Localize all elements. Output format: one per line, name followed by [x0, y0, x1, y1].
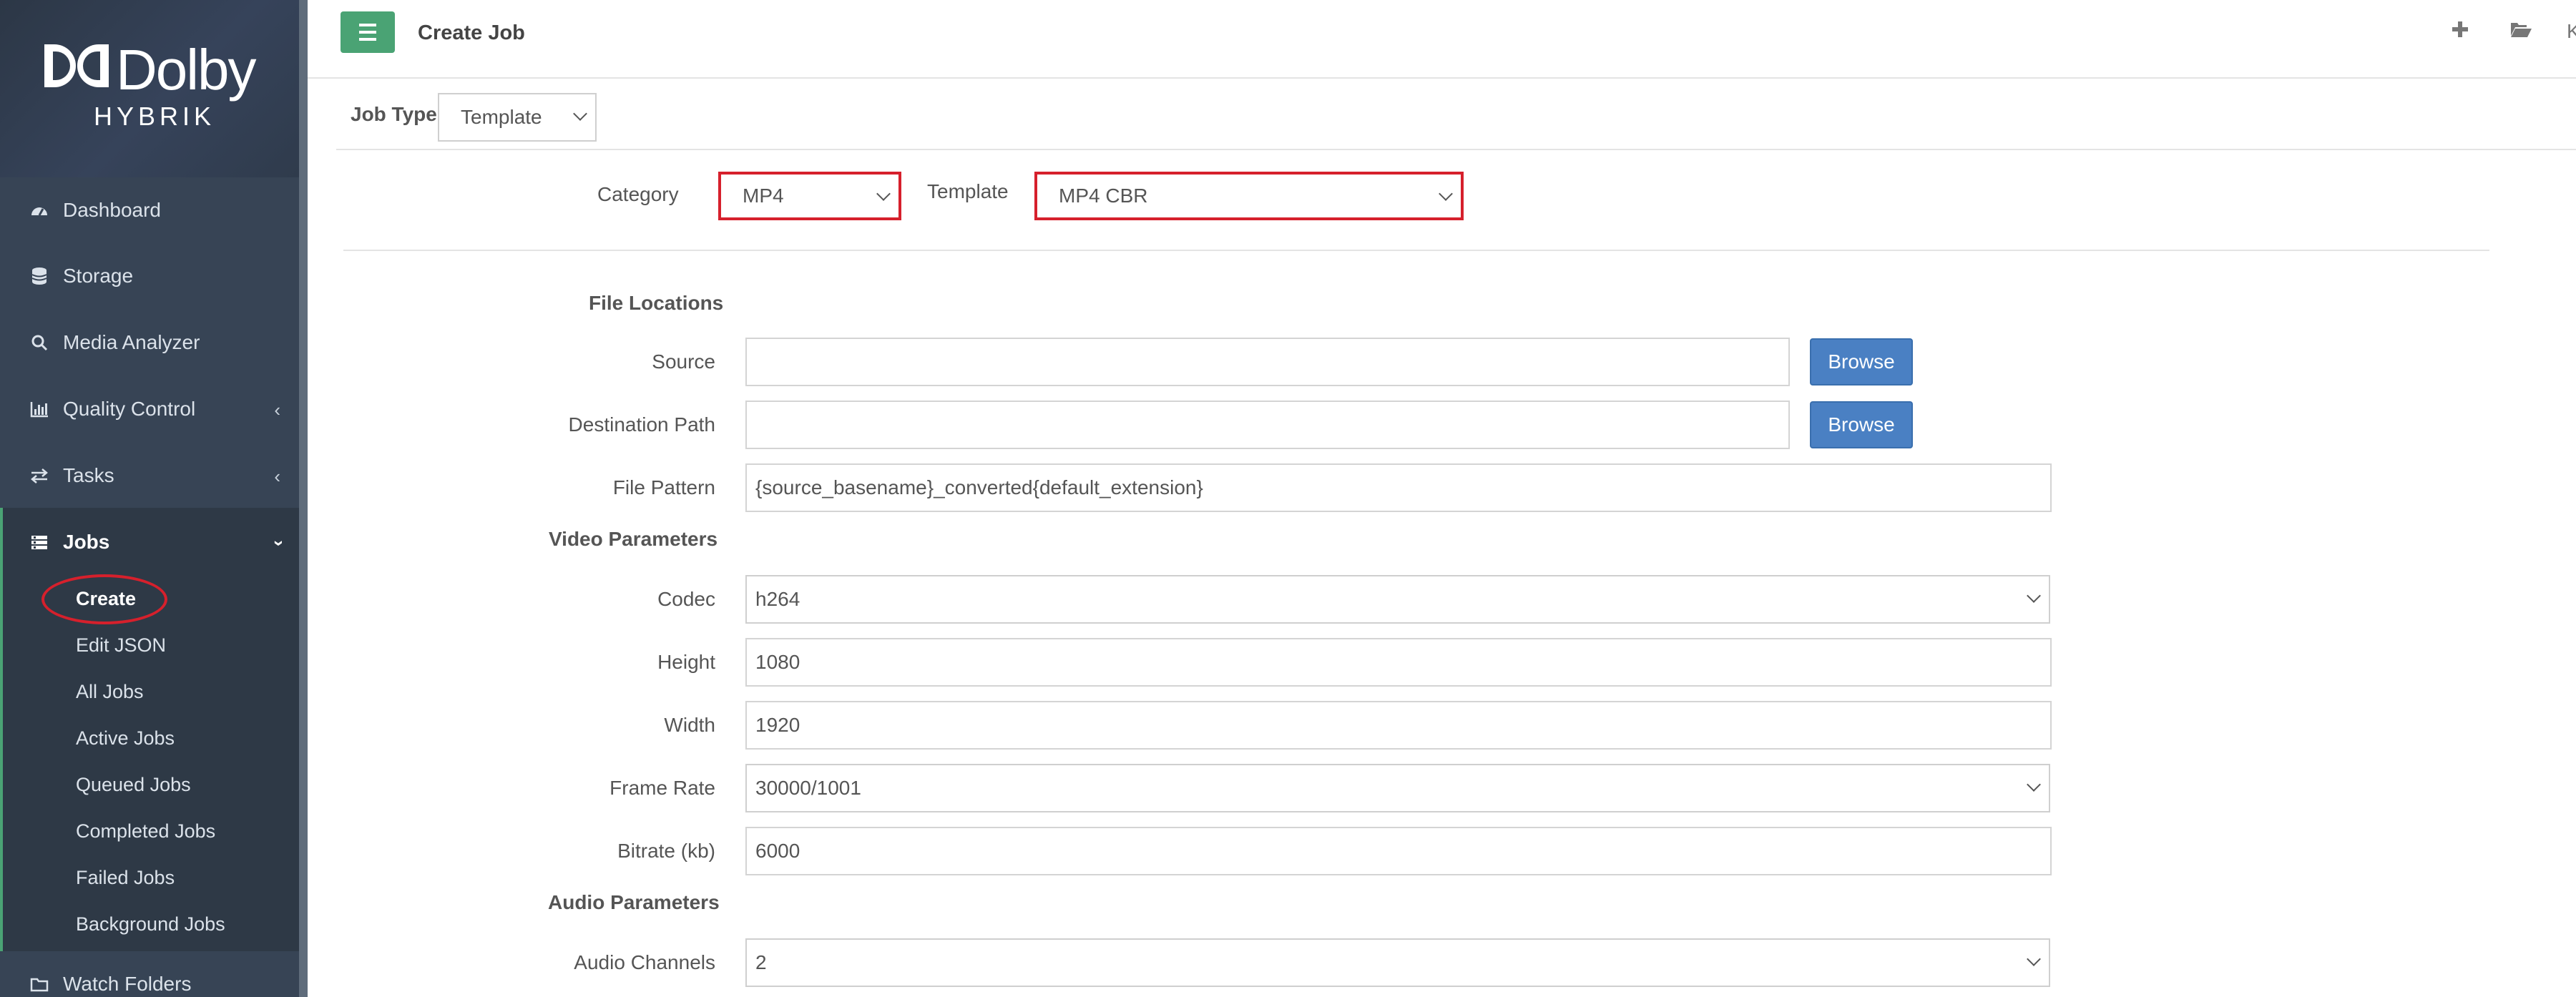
- audio-channels-value: 2: [755, 951, 767, 973]
- search-icon: [30, 333, 49, 352]
- brand-product: HYBRIK: [94, 102, 216, 131]
- category-select[interactable]: MP4: [718, 172, 901, 220]
- chevron-left-icon: ‹: [274, 399, 280, 421]
- chevron-down-icon: [1439, 187, 1453, 201]
- brand-logo[interactable]: Dolby HYBRIK: [0, 0, 299, 177]
- category-label: Category: [597, 183, 679, 205]
- jobs-sub-background-jobs[interactable]: Background Jobs: [76, 913, 225, 935]
- audio-channels-select[interactable]: 2: [745, 938, 2050, 987]
- dashboard-icon: [30, 201, 49, 220]
- jobs-sub-failed-jobs[interactable]: Failed Jobs: [76, 867, 175, 889]
- sidebar-item-tasks[interactable]: Tasks ‹: [0, 443, 299, 509]
- codec-value: h264: [755, 588, 800, 610]
- highlight-ring: [41, 574, 167, 624]
- source-label: Source: [652, 350, 715, 373]
- user-initial[interactable]: K: [2567, 20, 2576, 43]
- sidebar-item-quality-control[interactable]: Quality Control ‹: [0, 376, 299, 442]
- list-icon: [30, 533, 49, 551]
- jobs-sub-all-jobs[interactable]: All Jobs: [76, 681, 144, 703]
- sidebar-item-label: Dashboard: [63, 199, 161, 221]
- chevron-down-icon: [2027, 777, 2041, 792]
- frame-rate-select[interactable]: 30000/1001: [745, 764, 2050, 812]
- folder-icon: [30, 975, 49, 993]
- sidebar-edge: [299, 0, 308, 997]
- sidebar-item-jobs[interactable]: Jobs ‹: [0, 509, 299, 575]
- jobs-sub-edit-json[interactable]: Edit JSON: [76, 634, 166, 657]
- width-value: 1920: [755, 714, 800, 736]
- sidebar: Dolby HYBRIK Dashboard Storage Media Ana…: [0, 0, 308, 997]
- bar-chart-icon: [30, 400, 49, 418]
- jobs-sub-completed-jobs[interactable]: Completed Jobs: [76, 820, 215, 843]
- dolby-mark-icon: [44, 44, 109, 87]
- file-pattern-input[interactable]: {source_basename}_converted{default_exte…: [745, 463, 2052, 512]
- destination-path-label: Destination Path: [568, 413, 715, 436]
- sidebar-item-dashboard[interactable]: Dashboard: [0, 177, 299, 243]
- job-type-select[interactable]: Template: [438, 93, 597, 142]
- bitrate-value: 6000: [755, 840, 800, 862]
- jobs-sub-queued-jobs[interactable]: Queued Jobs: [76, 774, 191, 796]
- sidebar-item-storage[interactable]: Storage: [0, 243, 299, 309]
- sidebar-item-watch-folders[interactable]: Watch Folders: [0, 951, 299, 997]
- chevron-down-icon: [2027, 952, 2041, 966]
- sidebar-item-label: Watch Folders: [63, 973, 192, 995]
- template-value: MP4 CBR: [1059, 185, 1148, 207]
- height-input[interactable]: 1080: [745, 638, 2052, 687]
- chevron-down-icon: ‹: [266, 540, 288, 546]
- file-locations-heading: File Locations: [589, 292, 724, 314]
- height-label: Height: [657, 651, 715, 673]
- sidebar-item-label: Media Analyzer: [63, 331, 200, 353]
- audio-channels-label: Audio Channels: [574, 951, 715, 973]
- bitrate-label: Bitrate (kb): [617, 840, 715, 862]
- file-pattern-value: {source_basename}_converted{default_exte…: [755, 476, 1203, 498]
- job-type-value: Template: [461, 106, 542, 128]
- chevron-left-icon: ‹: [274, 466, 280, 487]
- frame-rate-value: 30000/1001: [755, 777, 861, 799]
- sidebar-item-media-analyzer[interactable]: Media Analyzer: [0, 310, 299, 375]
- chevron-down-icon: [876, 187, 891, 201]
- destination-browse-button[interactable]: Browse: [1810, 401, 1913, 448]
- width-input[interactable]: 1920: [745, 701, 2052, 750]
- category-value: MP4: [743, 185, 784, 207]
- database-icon: [30, 267, 49, 285]
- brand-name: Dolby: [116, 38, 257, 102]
- plus-icon[interactable]: [2451, 20, 2469, 44]
- video-parameters-heading: Video Parameters: [549, 528, 718, 550]
- source-browse-button[interactable]: Browse: [1810, 338, 1913, 385]
- top-header: Create Job K: [308, 0, 2576, 79]
- template-select[interactable]: MP4 CBR: [1034, 172, 1464, 220]
- audio-parameters-heading: Audio Parameters: [548, 891, 720, 913]
- width-label: Width: [664, 714, 715, 736]
- section-divider: [343, 250, 2489, 251]
- job-type-row: Job Type Template: [336, 86, 2576, 150]
- frame-rate-label: Frame Rate: [609, 777, 715, 799]
- job-type-label: Job Type: [351, 103, 437, 125]
- sidebar-item-label: Tasks: [63, 464, 114, 486]
- sidebar-item-label: Quality Control: [63, 398, 196, 420]
- main-content: Job Type Template Category MP4 Template …: [336, 86, 2576, 997]
- source-input[interactable]: [745, 338, 1790, 386]
- page-title: Create Job: [418, 21, 525, 44]
- chevron-down-icon: [573, 107, 587, 121]
- sidebar-item-label: Jobs: [63, 531, 110, 553]
- chevron-down-icon: [2027, 589, 2041, 603]
- template-label: Template: [927, 180, 1009, 202]
- sidebar-item-label: Storage: [63, 265, 134, 287]
- codec-select[interactable]: h264: [745, 575, 2050, 624]
- menu-toggle-button[interactable]: [341, 11, 395, 53]
- codec-label: Codec: [657, 588, 715, 610]
- bitrate-input[interactable]: 6000: [745, 827, 2052, 875]
- file-pattern-label: File Pattern: [612, 476, 715, 498]
- height-value: 1080: [755, 651, 800, 673]
- destination-path-input[interactable]: [745, 401, 1790, 449]
- exchange-icon: [30, 466, 49, 485]
- folder-open-icon[interactable]: [2509, 20, 2532, 44]
- jobs-sub-active-jobs[interactable]: Active Jobs: [76, 727, 175, 750]
